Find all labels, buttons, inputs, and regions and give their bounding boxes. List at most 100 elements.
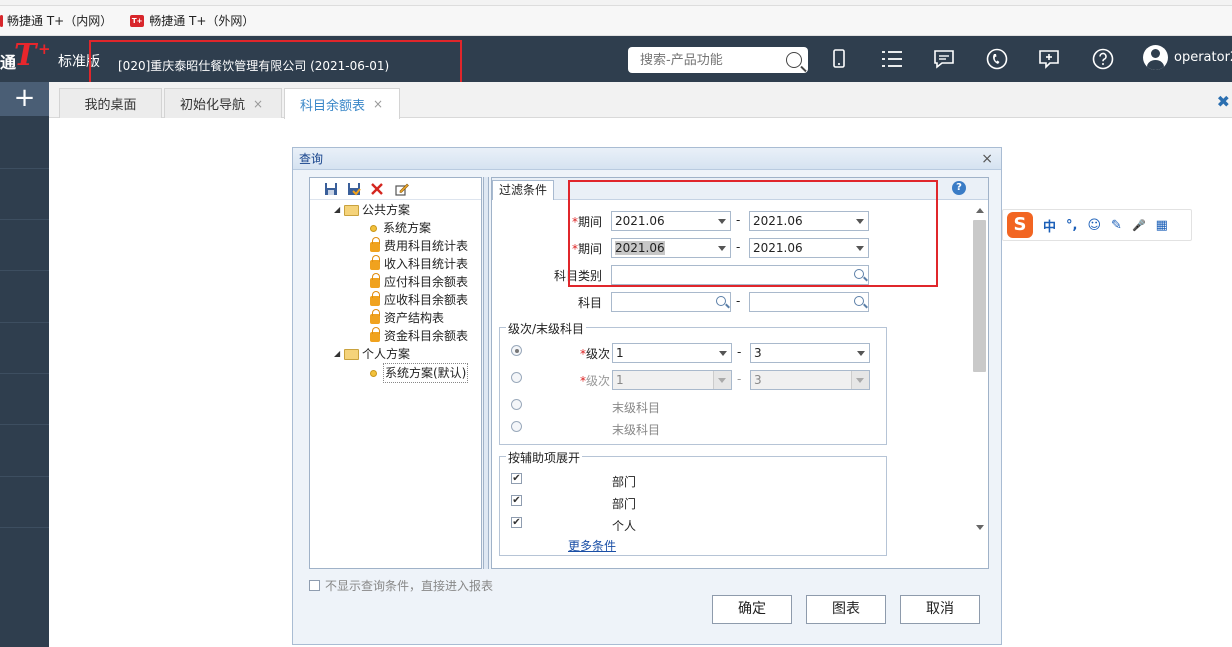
- period-from-value: 2021.06: [615, 241, 665, 255]
- tree-item-income-stats[interactable]: 收入科目统计表: [370, 255, 468, 273]
- lookup-icon[interactable]: [854, 269, 864, 279]
- folder-icon: [344, 348, 359, 360]
- expand-triangle-icon[interactable]: ◢: [334, 201, 344, 219]
- ime-voice-icon[interactable]: 🎤: [1132, 219, 1146, 232]
- tree-item-default-scheme[interactable]: 系统方案(默认): [370, 363, 469, 383]
- close-icon[interactable]: ×: [373, 97, 383, 111]
- ok-button[interactable]: 确定: [712, 595, 792, 624]
- aux-group: 按辅助项展开 ✔ 部门 ✔ 部门 ✔ 个人: [499, 449, 887, 556]
- skip-query-checkbox[interactable]: [309, 580, 320, 591]
- save-icon[interactable]: [324, 182, 338, 196]
- tree-item-asset-structure[interactable]: 资产结构表: [370, 309, 444, 327]
- save-as-icon[interactable]: [347, 182, 361, 196]
- pane-splitter[interactable]: [483, 177, 489, 569]
- close-icon[interactable]: ×: [981, 148, 993, 170]
- tree-item-expense-stats[interactable]: 费用科目统计表: [370, 237, 468, 255]
- aux-checkbox-2[interactable]: ✔: [511, 495, 522, 506]
- period-to-value: 2021.06: [753, 214, 803, 228]
- search-icon[interactable]: [716, 296, 726, 306]
- leaf-radio-2[interactable]: [511, 421, 522, 432]
- scroll-down-icon[interactable]: [976, 525, 984, 530]
- edit-icon[interactable]: [395, 182, 409, 196]
- aux-item-label: 部门: [612, 475, 637, 489]
- tab-filter-conditions[interactable]: 过滤条件: [492, 180, 555, 200]
- lock-icon: [370, 291, 380, 306]
- period-to-value: 2021.06: [753, 241, 803, 255]
- cancel-button[interactable]: 取消: [900, 595, 980, 624]
- subject-type-field[interactable]: [611, 265, 869, 285]
- tree-item-label: 系统方案: [383, 221, 432, 235]
- chart-button[interactable]: 图表: [806, 595, 886, 624]
- company-account-info[interactable]: [020]重庆泰昭仕餐饮管理有限公司 (2021-06-01): [118, 57, 389, 74]
- tree-item-system-scheme[interactable]: 系统方案: [370, 219, 431, 237]
- bookmark-intranet[interactable]: 畅捷通 T+（内网）: [0, 12, 112, 29]
- aux-checkbox-3[interactable]: ✔: [511, 517, 522, 528]
- chevron-down-icon[interactable]: [856, 219, 864, 224]
- search-icon[interactable]: [786, 52, 802, 68]
- tree-folder-public[interactable]: ◢ 公共方案: [334, 201, 410, 219]
- scroll-thumb[interactable]: [973, 220, 986, 372]
- period-to-select-1[interactable]: 2021.06: [749, 211, 869, 231]
- tree-item-receivable-balance[interactable]: 应收科目余额表: [370, 291, 468, 309]
- tree-item-label: 资金科目余额表: [384, 329, 469, 343]
- feedback-icon[interactable]: [1037, 47, 1061, 71]
- close-icon[interactable]: ×: [253, 97, 263, 111]
- level-from-select[interactable]: 1: [612, 343, 732, 363]
- bookmark-extranet[interactable]: T+ 畅捷通 T+（外网）: [130, 12, 254, 29]
- aux-checkbox-1[interactable]: ✔: [511, 473, 522, 484]
- level-radio-2[interactable]: [511, 372, 522, 383]
- search-icon[interactable]: [854, 296, 864, 306]
- delete-icon[interactable]: [370, 182, 384, 196]
- filter-scrollbar[interactable]: [973, 208, 986, 530]
- ime-punctuation[interactable]: °,: [1066, 218, 1077, 233]
- chevron-down-icon[interactable]: [718, 246, 726, 251]
- add-button[interactable]: +: [0, 82, 49, 116]
- tree-item-payable-balance[interactable]: 应付科目余额表: [370, 273, 468, 291]
- subject-to-field[interactable]: [749, 292, 869, 312]
- scroll-up-icon[interactable]: [976, 208, 984, 213]
- expand-triangle-icon[interactable]: ◢: [334, 345, 344, 363]
- lock-icon: [370, 237, 380, 252]
- tab-init-nav[interactable]: 初始化导航 ×: [164, 88, 282, 118]
- period-from-select-1[interactable]: 2021.06: [611, 211, 731, 231]
- tab-bar: 我的桌面 初始化导航 × 科目余额表 × ✖: [49, 82, 1232, 119]
- level-to-select[interactable]: 3: [750, 343, 870, 363]
- chevron-down-icon[interactable]: [718, 219, 726, 224]
- ime-emoji-icon[interactable]: ☺: [1087, 218, 1101, 233]
- chevron-down-icon[interactable]: [719, 351, 727, 356]
- message-icon[interactable]: [932, 47, 956, 71]
- tab-my-desktop[interactable]: 我的桌面: [59, 88, 162, 118]
- leaf-radio-1[interactable]: [511, 399, 522, 410]
- phone-support-icon[interactable]: [985, 47, 1009, 71]
- level-to-select-disabled: 3: [750, 370, 870, 390]
- tree-item-label: 资产结构表: [384, 311, 445, 325]
- ime-toolbox-icon[interactable]: ▦: [1156, 218, 1168, 233]
- tree-folder-personal[interactable]: ◢ 个人方案: [334, 345, 410, 363]
- list-icon[interactable]: [880, 47, 904, 71]
- period-from-select-2[interactable]: 2021.06: [611, 238, 731, 258]
- skip-query-option[interactable]: 不显示查询条件，直接进入报表: [309, 577, 493, 594]
- chevron-down-icon[interactable]: [856, 246, 864, 251]
- chevron-down-icon: [851, 371, 869, 389]
- level-radio-1[interactable]: [511, 345, 522, 356]
- query-dialog: 查询 × ◢ 公共方案 系统方案 费用科目统计表 收入科目统计表 应付科目余额表…: [292, 147, 1002, 645]
- subject-from-field[interactable]: [611, 292, 731, 312]
- period-to-select-2[interactable]: 2021.06: [749, 238, 869, 258]
- ime-chinese-mode[interactable]: 中: [1043, 216, 1056, 235]
- mobile-icon[interactable]: [827, 47, 851, 71]
- ime-handwrite-icon[interactable]: ✎: [1111, 218, 1122, 233]
- leaf-subject-label: 末级科目: [612, 401, 661, 415]
- search-input[interactable]: [640, 48, 780, 72]
- ime-logo[interactable]: S: [1007, 212, 1033, 238]
- group-title: 级次/末级科目: [506, 320, 587, 337]
- chevron-down-icon[interactable]: [857, 351, 865, 356]
- help-icon[interactable]: ?: [952, 181, 966, 195]
- more-conditions-link[interactable]: 更多条件: [568, 537, 616, 554]
- close-all-icon[interactable]: ✖: [1217, 92, 1230, 111]
- subject-type-label: 科目类别: [553, 269, 602, 283]
- user-menu[interactable]: operator2: [1143, 45, 1232, 70]
- rail-divider: [0, 270, 49, 271]
- tab-account-balance[interactable]: 科目余额表 ×: [284, 88, 400, 119]
- tree-item-fund-balance[interactable]: 资金科目余额表: [370, 327, 468, 345]
- help-icon[interactable]: [1091, 47, 1115, 71]
